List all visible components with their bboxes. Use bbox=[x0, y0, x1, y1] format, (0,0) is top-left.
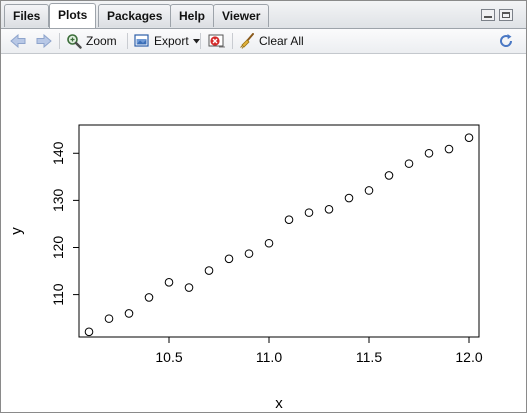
export-label: Export bbox=[154, 34, 189, 48]
tab-help[interactable]: Help bbox=[170, 4, 215, 27]
data-point bbox=[164, 278, 174, 287]
data-point bbox=[184, 283, 194, 292]
x-axis-label: x bbox=[275, 395, 283, 412]
plots-pane: Files Plots Packages Help Viewer Zoom Ex… bbox=[0, 0, 527, 413]
toolbar-separator bbox=[232, 33, 233, 49]
broom-icon bbox=[239, 33, 255, 49]
x-axis: 10.5 11.0 11.5 12.0 bbox=[155, 337, 483, 365]
data-point bbox=[104, 314, 114, 323]
tab-plots[interactable]: Plots bbox=[49, 3, 97, 28]
data-point bbox=[304, 208, 314, 217]
magnifier-icon bbox=[66, 33, 82, 49]
data-point bbox=[464, 133, 474, 143]
zoom-button[interactable]: Zoom bbox=[66, 31, 117, 51]
data-point bbox=[284, 215, 294, 224]
data-point bbox=[404, 159, 414, 168]
data-point bbox=[84, 327, 94, 337]
export-image-icon bbox=[134, 34, 150, 48]
data-point bbox=[444, 144, 454, 154]
scatter-plot: 10.5 11.0 11.5 12.0 110 120 130 140 x y bbox=[8, 124, 483, 412]
x-tick-label: 10.5 bbox=[155, 349, 182, 365]
plot-viewer: 10.5 11.0 11.5 12.0 110 120 130 140 x y bbox=[1, 54, 526, 412]
plots-toolbar: Zoom Export Clear All bbox=[1, 29, 526, 54]
refresh-icon bbox=[498, 33, 514, 49]
tab-packages[interactable]: Packages bbox=[98, 4, 172, 27]
data-point bbox=[424, 148, 434, 158]
y-tick-label: 130 bbox=[50, 188, 66, 212]
remove-plot-icon bbox=[208, 34, 226, 49]
toolbar-separator bbox=[59, 33, 60, 49]
pane-tab-bar: Files Plots Packages Help Viewer bbox=[1, 1, 526, 29]
tab-viewer[interactable]: Viewer bbox=[213, 4, 270, 27]
dropdown-arrow-icon bbox=[192, 38, 200, 44]
x-tick-label: 12.0 bbox=[455, 349, 482, 365]
arrow-right-icon bbox=[36, 34, 52, 48]
clear-all-label: Clear All bbox=[259, 34, 304, 48]
plot-box bbox=[78, 124, 480, 338]
remove-plot-button[interactable] bbox=[208, 31, 226, 51]
data-point bbox=[144, 293, 154, 302]
back-button[interactable] bbox=[10, 31, 26, 51]
data-points bbox=[84, 133, 474, 337]
clear-all-button[interactable]: Clear All bbox=[239, 31, 304, 51]
y-tick-label: 140 bbox=[50, 141, 66, 165]
data-point bbox=[324, 205, 334, 214]
data-point bbox=[364, 186, 374, 195]
arrow-left-icon bbox=[10, 34, 26, 48]
x-tick-label: 11.5 bbox=[356, 349, 382, 365]
forward-button[interactable] bbox=[36, 31, 52, 51]
y-tick-label: 120 bbox=[50, 236, 66, 260]
export-button[interactable]: Export bbox=[134, 31, 200, 51]
zoom-label: Zoom bbox=[86, 34, 117, 48]
data-point bbox=[124, 309, 134, 318]
minimize-pane-button[interactable] bbox=[481, 9, 495, 21]
maximize-pane-button[interactable] bbox=[499, 9, 513, 21]
y-axis-label: y bbox=[8, 227, 25, 235]
x-tick-label: 11.0 bbox=[256, 349, 282, 365]
data-point bbox=[224, 254, 234, 264]
y-tick-label: 110 bbox=[50, 283, 66, 306]
data-point bbox=[244, 249, 254, 258]
toolbar-separator bbox=[127, 33, 128, 49]
data-point bbox=[344, 193, 354, 203]
toolbar-separator bbox=[200, 33, 201, 49]
y-axis: 110 120 130 140 bbox=[50, 141, 79, 306]
data-point bbox=[264, 238, 274, 248]
data-point bbox=[204, 266, 214, 275]
refresh-button[interactable] bbox=[498, 31, 514, 51]
data-point bbox=[384, 171, 394, 180]
tab-files[interactable]: Files bbox=[4, 4, 50, 27]
